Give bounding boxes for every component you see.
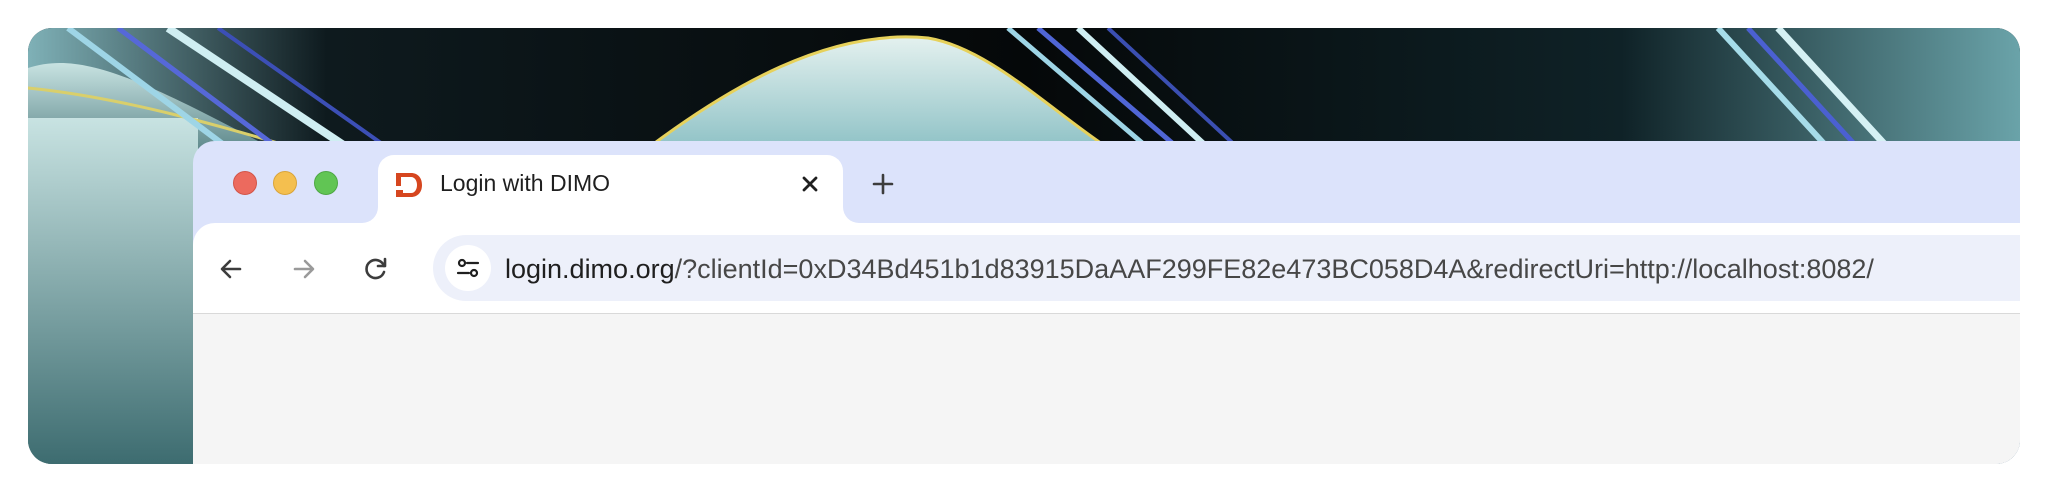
arrow-right-icon[interactable] <box>288 253 320 285</box>
dimo-logo-icon <box>396 173 422 197</box>
close-window-button[interactable] <box>233 171 257 195</box>
plus-icon[interactable] <box>868 169 898 199</box>
maximize-window-button[interactable] <box>314 171 338 195</box>
reload-icon[interactable] <box>360 253 392 285</box>
close-icon[interactable] <box>795 169 825 199</box>
tab-title: Login with DIMO <box>440 170 611 196</box>
address-bar[interactable]: login.dimo.org/?clientId=0xD34Bd451b1d83… <box>433 235 2020 301</box>
url-host: login.dimo.org <box>505 254 675 284</box>
tune-icon <box>456 258 480 278</box>
desktop-frame: Login with DIMO login.dimo.org/?clientId… <box>28 28 2020 464</box>
browser-window: Login with DIMO login.dimo.org/?clientId… <box>193 141 2020 464</box>
browser-toolbar: login.dimo.org/?clientId=0xD34Bd451b1d83… <box>193 223 2020 314</box>
page-content <box>193 314 2020 464</box>
url-text: login.dimo.org/?clientId=0xD34Bd451b1d83… <box>505 254 1874 285</box>
tab-login-with-dimo[interactable]: Login with DIMO <box>378 155 843 223</box>
minimize-window-button[interactable] <box>273 171 297 195</box>
url-path: /?clientId=0xD34Bd451b1d83915DaAAF299FE8… <box>674 254 1874 284</box>
arrow-left-icon[interactable] <box>215 253 247 285</box>
site-info-button[interactable] <box>445 245 491 291</box>
